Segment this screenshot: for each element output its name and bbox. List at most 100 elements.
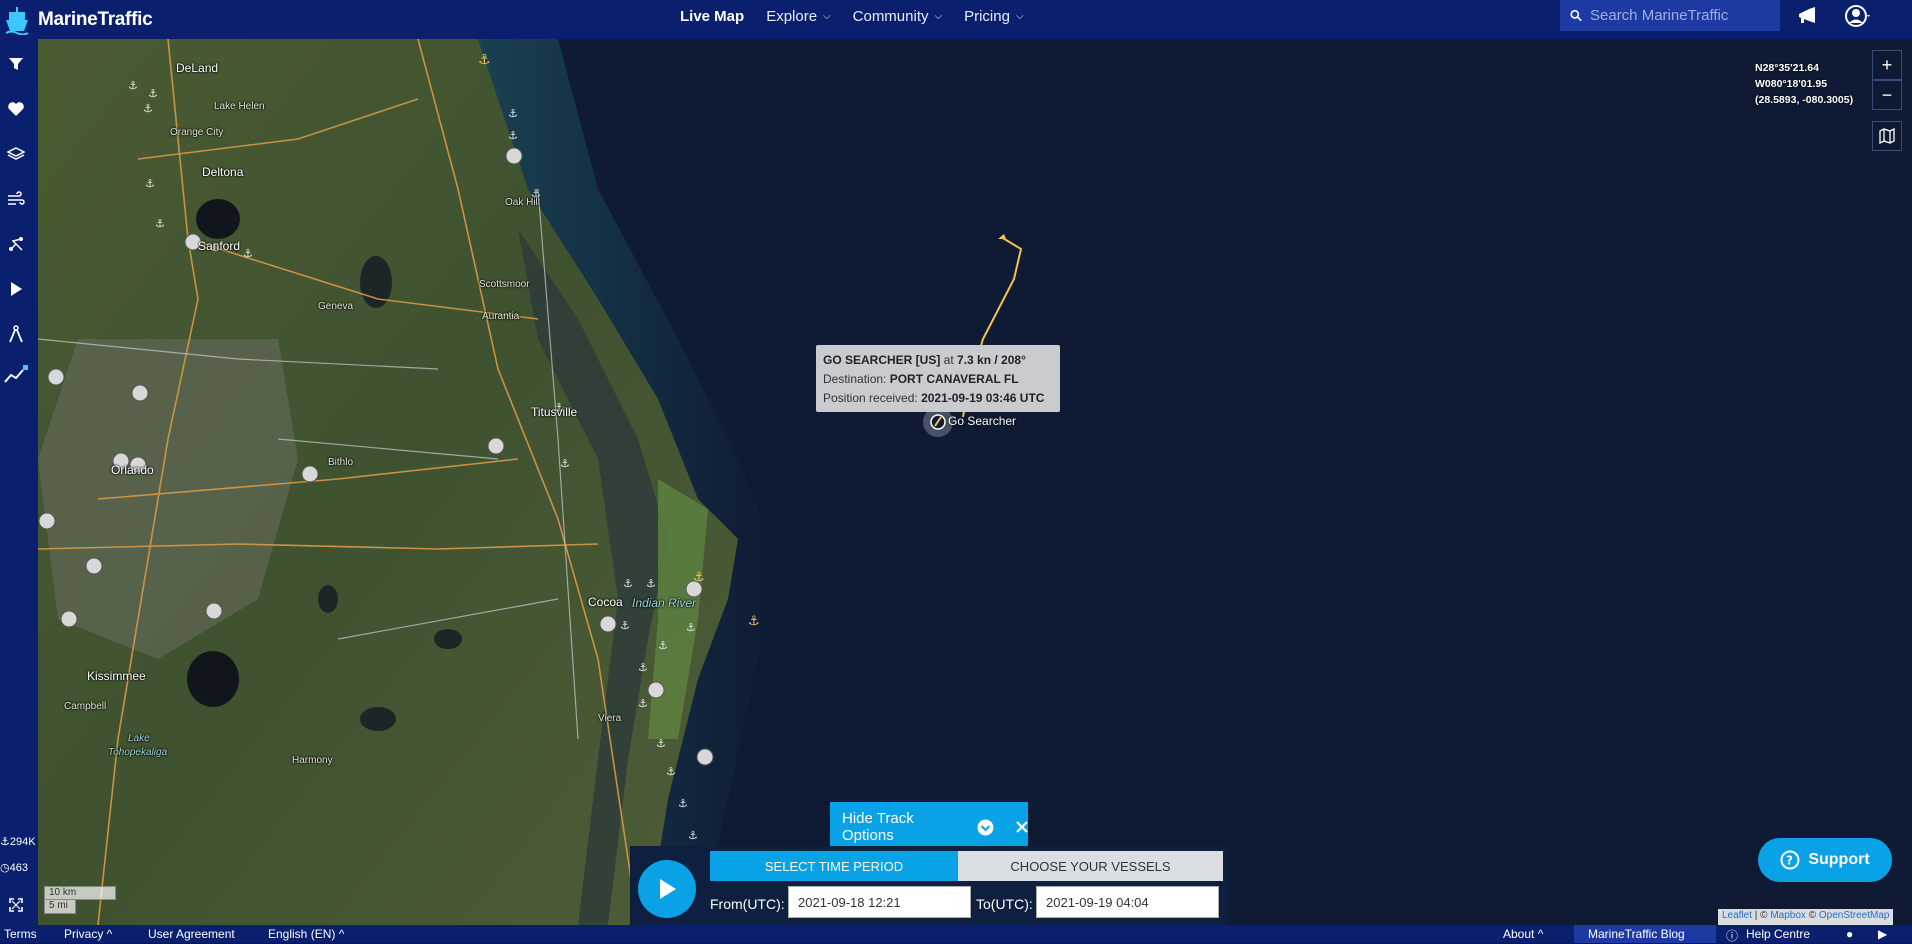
logo[interactable]: MarineTraffic bbox=[0, 0, 153, 39]
nav-live-map[interactable]: Live Map bbox=[680, 8, 744, 25]
heart-icon bbox=[8, 102, 24, 116]
footer-help-link[interactable]: Help Centre bbox=[1746, 927, 1810, 941]
vessel-map-label[interactable]: Go Searcher bbox=[948, 414, 1016, 428]
account-avatar-icon[interactable] bbox=[1845, 3, 1871, 29]
nav-community[interactable]: Community ⌵ bbox=[853, 8, 942, 25]
svg-text:⚓: ⚓ bbox=[658, 639, 668, 652]
map-type-button[interactable] bbox=[1872, 121, 1902, 151]
play-store-icon[interactable]: ▶ bbox=[1878, 927, 1887, 941]
attribution-separator: © bbox=[1805, 910, 1819, 921]
footer-terms-link[interactable]: Terms bbox=[4, 927, 37, 941]
filter-icon bbox=[9, 58, 23, 70]
coordinates-readout: N28°35'21.64 W080°18'01.95 (28.5893, -08… bbox=[1755, 60, 1853, 108]
place-label: Titusville bbox=[531, 405, 578, 419]
position-received: 2021-09-19 03:46 UTC bbox=[921, 391, 1045, 405]
svg-text:?: ? bbox=[1786, 854, 1793, 868]
mapbox-link[interactable]: Mapbox bbox=[1770, 910, 1806, 921]
play-track-button[interactable] bbox=[638, 860, 696, 918]
place-label: Cocoa bbox=[588, 595, 623, 609]
place-label: Aurantia bbox=[482, 311, 520, 322]
support-button[interactable]: ? Support bbox=[1758, 838, 1892, 882]
svg-text:⚓: ⚓ bbox=[656, 737, 666, 750]
svg-text:⚓: ⚓ bbox=[623, 577, 633, 590]
favourites-button[interactable] bbox=[0, 93, 32, 125]
left-sidebar: ⚓294K ◷463 bbox=[0, 39, 38, 925]
footer-language-select[interactable]: English (EN) ^ bbox=[268, 927, 344, 941]
play-icon bbox=[11, 282, 22, 296]
scale-km: 10 km bbox=[44, 886, 116, 900]
from-label: From(UTC): bbox=[710, 896, 785, 912]
footer-about-link[interactable]: About ^ bbox=[1503, 927, 1543, 941]
footer-blog-link[interactable]: MarineTraffic Blog bbox=[1588, 927, 1685, 941]
apple-icon[interactable]: ● bbox=[1846, 927, 1853, 941]
nav-explore-label: Explore bbox=[766, 7, 818, 25]
filter-button[interactable] bbox=[0, 48, 32, 80]
to-date-input[interactable] bbox=[1036, 886, 1219, 918]
nav-explore[interactable]: Explore ⌵ bbox=[766, 8, 830, 25]
tab-time-label: SELECT TIME PERIOD bbox=[764, 858, 904, 874]
routes-button[interactable] bbox=[0, 228, 32, 260]
scale-mi: 5 mi bbox=[44, 900, 76, 914]
place-label: Oak Hill bbox=[505, 197, 541, 208]
playback-button[interactable] bbox=[0, 273, 32, 305]
place-label: Scottsmoor bbox=[479, 279, 530, 290]
map-scale: 10 km 5 mi bbox=[44, 886, 116, 914]
notifications-megaphone-icon[interactable] bbox=[1795, 3, 1821, 29]
place-label: Harmony bbox=[292, 755, 333, 766]
svg-text:⚓: ⚓ bbox=[638, 697, 648, 710]
latitude: N28°35'21.64 bbox=[1755, 62, 1819, 74]
from-date-input[interactable] bbox=[788, 886, 971, 918]
nav-pricing[interactable]: Pricing ⌵ bbox=[964, 8, 1023, 25]
map-tiles[interactable]: ⚓ ⚓ ⚓ ⚓⚓⚓ ⚓⚓⚓ ⚓⚓⚓⚓ ⚓⚓ ⚓⚓⚓ ⚓⚓⚓ ⚓⚓⚓ ⚓⚓⚓ bbox=[38, 39, 1912, 925]
search-input[interactable] bbox=[1590, 7, 1770, 24]
zoom-in-button[interactable]: + bbox=[1872, 50, 1902, 80]
vessel-count: 294K bbox=[9, 836, 36, 848]
weather-button[interactable] bbox=[0, 183, 32, 215]
place-label: DeLand bbox=[176, 61, 219, 75]
svg-text:⚓: ⚓ bbox=[128, 79, 138, 92]
popup-line-destination: Destination: PORT CANAVERAL FL bbox=[823, 370, 1053, 389]
measure-icon bbox=[9, 325, 23, 343]
map-attribution: Leaflet | © Mapbox © OpenStreetMap bbox=[1718, 909, 1894, 925]
wind-icon bbox=[8, 191, 25, 205]
svg-text:⚓: ⚓ bbox=[478, 52, 491, 68]
popup-line-position: Position received: 2021-09-19 03:46 UTC bbox=[823, 389, 1053, 408]
live-map[interactable]: ⚓ ⚓ ⚓ ⚓⚓⚓ ⚓⚓⚓ ⚓⚓⚓⚓ ⚓⚓ ⚓⚓⚓ ⚓⚓⚓ ⚓⚓⚓ ⚓⚓⚓ De… bbox=[38, 39, 1912, 925]
vessel-popup[interactable]: GO SEARCHER [US] at 7.3 kn / 208° Destin… bbox=[816, 345, 1060, 412]
measure-button[interactable] bbox=[0, 318, 32, 350]
leaflet-link[interactable]: Leaflet bbox=[1722, 910, 1752, 921]
to-label: To(UTC): bbox=[976, 896, 1033, 912]
footer-privacy-link[interactable]: Privacy ^ bbox=[64, 927, 112, 941]
place-label: Bithlo bbox=[328, 457, 354, 468]
nav-live-map-label: Live Map bbox=[680, 7, 745, 25]
ship-logo-icon bbox=[5, 6, 29, 35]
layers-icon bbox=[7, 147, 25, 160]
close-icon[interactable] bbox=[1016, 821, 1028, 833]
fullscreen-button[interactable] bbox=[0, 889, 32, 921]
popup-at-text: at bbox=[940, 353, 958, 367]
footer-user-agreement-link[interactable]: User Agreement bbox=[148, 927, 235, 941]
hide-track-options-button[interactable]: Hide Track Options bbox=[830, 802, 1028, 852]
place-label: Lake bbox=[128, 733, 150, 744]
zoom-out-button[interactable]: − bbox=[1872, 80, 1902, 110]
analytics-button[interactable] bbox=[0, 359, 32, 391]
tab-vessels-label: CHOOSE YOUR VESSELS bbox=[1010, 858, 1171, 874]
top-navigation-bar: MarineTraffic Live Map Explore ⌵ Communit… bbox=[0, 0, 1912, 39]
nav-pricing-label: Pricing bbox=[964, 7, 1010, 25]
decimal-coords: (28.5893, -080.3005) bbox=[1755, 94, 1854, 106]
svg-text:⚓: ⚓ bbox=[145, 177, 155, 190]
svg-text:⚓: ⚓ bbox=[688, 829, 698, 842]
chevron-down-icon: ⌵ bbox=[1015, 10, 1024, 22]
search-box[interactable] bbox=[1560, 0, 1780, 31]
place-label: Indian River bbox=[632, 596, 697, 610]
svg-text:⚓: ⚓ bbox=[243, 247, 253, 260]
osm-link[interactable]: OpenStreetMap bbox=[1819, 910, 1890, 921]
tab-select-time-period[interactable]: SELECT TIME PERIOD bbox=[710, 851, 958, 881]
svg-text:⚓: ⚓ bbox=[678, 797, 688, 810]
tab-choose-vessels[interactable]: CHOOSE YOUR VESSELS bbox=[958, 851, 1223, 881]
place-label: Deltona bbox=[202, 165, 244, 179]
play-icon bbox=[660, 879, 676, 899]
layers-button[interactable] bbox=[0, 138, 32, 170]
route-icon bbox=[9, 237, 23, 251]
place-label: Orlando bbox=[111, 463, 154, 477]
